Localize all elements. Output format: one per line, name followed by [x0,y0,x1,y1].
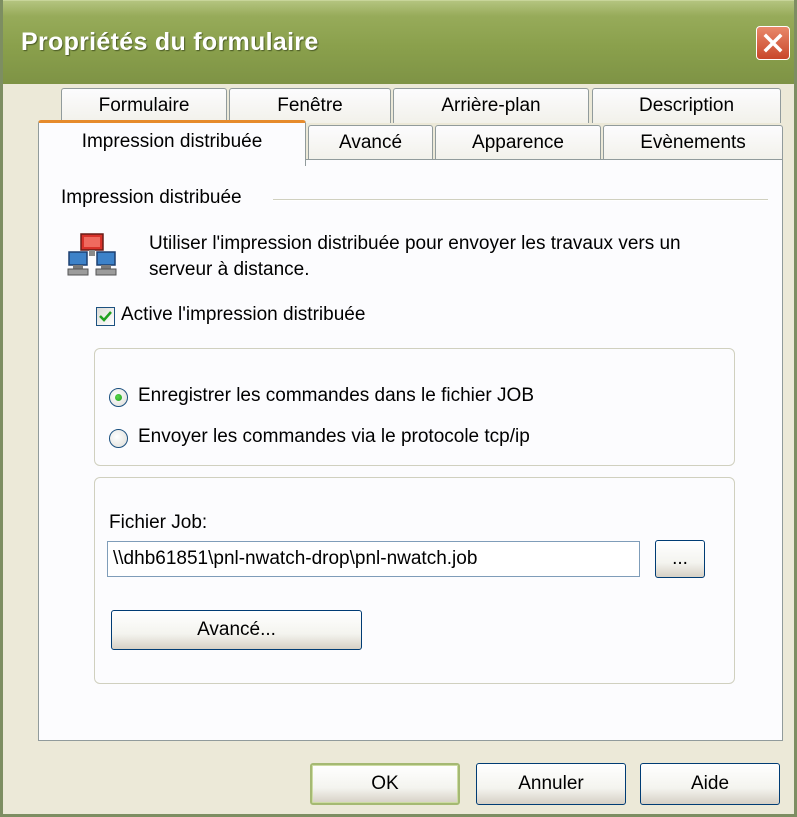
tab-apparence[interactable]: Apparence [435,125,601,160]
network-computers-icon [67,228,121,288]
help-button[interactable]: Aide [640,763,780,805]
tab-avance[interactable]: Avancé [308,125,433,160]
tab-impression-distribuee[interactable]: Impression distribuée [38,120,306,166]
checkmark-icon [99,311,112,322]
radio-send-tcpip-label[interactable]: Envoyer les commandes via le protocole t… [138,426,530,448]
job-file-path-input[interactable] [107,541,640,577]
group-divider [273,199,768,201]
group-label: Impression distribuée [61,187,242,208]
enable-distributed-printing-checkbox[interactable] [96,307,115,326]
advanced-button[interactable]: Avancé... [111,610,362,650]
cancel-button[interactable]: Annuler [476,763,626,805]
window-title: Propriétés du formulaire [21,28,319,56]
radio-save-job-file[interactable] [109,388,128,407]
tab-description[interactable]: Description [592,88,781,123]
close-button[interactable] [756,26,790,60]
job-file-group [94,477,735,684]
tab-arriere-plan[interactable]: Arrière-plan [393,88,589,123]
enable-distributed-printing-label[interactable]: Active l'impression distribuée [121,304,365,326]
radio-selected-dot [115,394,122,401]
dialog-window: Propriétés du formulaire Formulaire Fenê… [0,0,797,817]
ok-button[interactable]: OK [310,763,460,805]
transport-mode-group [94,348,735,466]
browse-button[interactable]: ... [655,540,705,578]
radio-save-job-file-label[interactable]: Enregistrer les commandes dans le fichie… [138,385,534,407]
job-file-label: Fichier Job: [109,512,208,533]
radio-send-tcpip[interactable] [109,429,128,448]
tab-evenements[interactable]: Evènements [603,125,783,160]
close-icon [763,33,783,53]
tab-formulaire[interactable]: Formulaire [61,88,227,123]
tab-fenetre[interactable]: Fenêtre [229,88,391,123]
description-text: Utiliser l'impression distribuée pour en… [149,233,681,280]
title-bar[interactable]: Propriétés du formulaire [3,0,794,84]
